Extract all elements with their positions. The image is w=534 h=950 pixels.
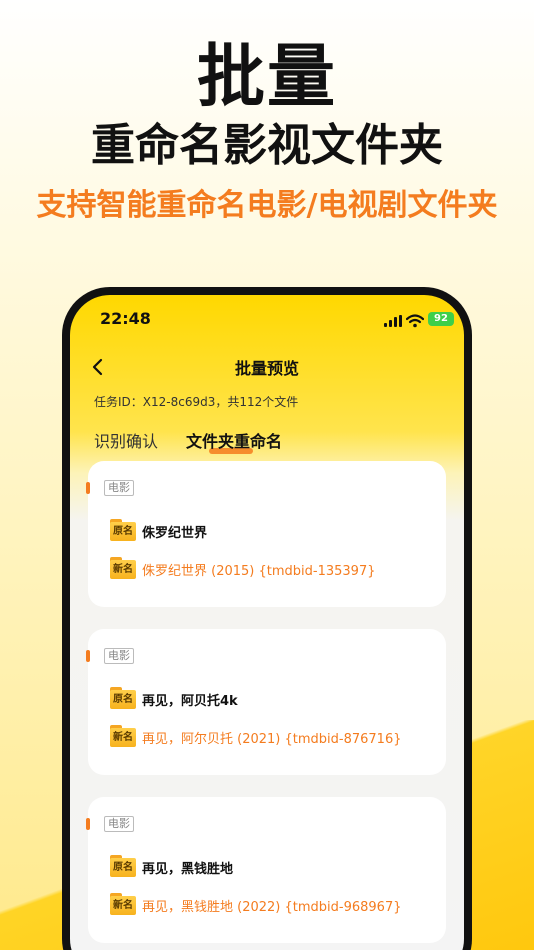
original-name: 再见，黑钱胜地 [142,862,234,877]
folder-icon: 原名 [110,519,136,541]
original-badge: 原名 [110,522,136,541]
category-badge: 电影 [104,648,134,664]
category-badge: 电影 [104,480,134,496]
original-name-row: 原名 侏罗纪世界 [110,519,440,545]
status-time: 22:48 [100,309,151,328]
tab-folder-rename[interactable]: 文件夹重命名 [186,428,282,452]
signal-icon [384,315,402,327]
original-name-row: 原名 再见，黑钱胜地 [110,855,440,881]
original-name-row: 原名 再见，阿贝托4k [110,687,440,713]
new-name-row: 新名 再见，黑钱胜地 (2022) {tmdbid-968967} [110,893,440,919]
nav-bar: 批量预览 [70,353,464,383]
original-name: 再见，阿贝托4k [142,694,238,709]
new-name-row: 新名 再见，阿尔贝托 (2021) {tmdbid-876716} [110,725,440,751]
card-marker [86,482,90,494]
folder-icon: 新名 [110,725,136,747]
new-badge: 新名 [110,896,136,915]
original-name: 侏罗纪世界 [142,526,208,541]
phone-screen: 22:48 92 批量预览 任务ID：X12-8c69d3，共112个文件 识别… [70,295,464,950]
task-info: 任务ID：X12-8c69d3，共112个文件 [94,395,299,409]
new-badge: 新名 [110,560,136,579]
new-name: 侏罗纪世界 (2015) {tmdbid-135397} [142,564,376,579]
wifi-icon [405,313,425,328]
category-badge: 电影 [104,816,134,832]
rename-card[interactable]: 电影 原名 侏罗纪世界 新名 侏罗纪世界 (2015) {tmdbid-1353… [86,461,446,607]
new-name: 再见，阿尔贝托 (2021) {tmdbid-876716} [142,732,402,747]
status-bar: 22:48 92 [70,307,464,333]
rename-card[interactable]: 电影 原名 再见，黑钱胜地 新名 再见，黑钱胜地 (2022) {tmdbid-… [86,797,446,943]
card-marker [86,650,90,662]
tab-recognition-confirm[interactable]: 识别确认 [94,428,158,452]
original-badge: 原名 [110,858,136,877]
promo-title: 批量 [196,38,337,117]
folder-icon: 新名 [110,893,136,915]
original-badge: 原名 [110,690,136,709]
new-badge: 新名 [110,728,136,747]
promo-subtitle: 重命名影视文件夹 [91,120,443,171]
rename-card[interactable]: 电影 原名 再见，阿贝托4k 新名 再见，阿尔贝托 (2021) {tmdbid… [86,629,446,775]
page-title: 批量预览 [234,359,299,378]
new-name-row: 新名 侏罗纪世界 (2015) {tmdbid-135397} [110,557,440,583]
new-name: 再见，黑钱胜地 (2022) {tmdbid-968967} [142,900,402,915]
battery-icon: 92 [428,312,454,326]
folder-icon: 新名 [110,557,136,579]
promo-tagline: 支持智能重命名电影/电视剧文件夹 [36,188,498,223]
folder-icon: 原名 [110,855,136,877]
card-marker [86,818,90,830]
phone-frame: 22:48 92 批量预览 任务ID：X12-8c69d3，共112个文件 识别… [62,287,472,950]
folder-icon: 原名 [110,687,136,709]
